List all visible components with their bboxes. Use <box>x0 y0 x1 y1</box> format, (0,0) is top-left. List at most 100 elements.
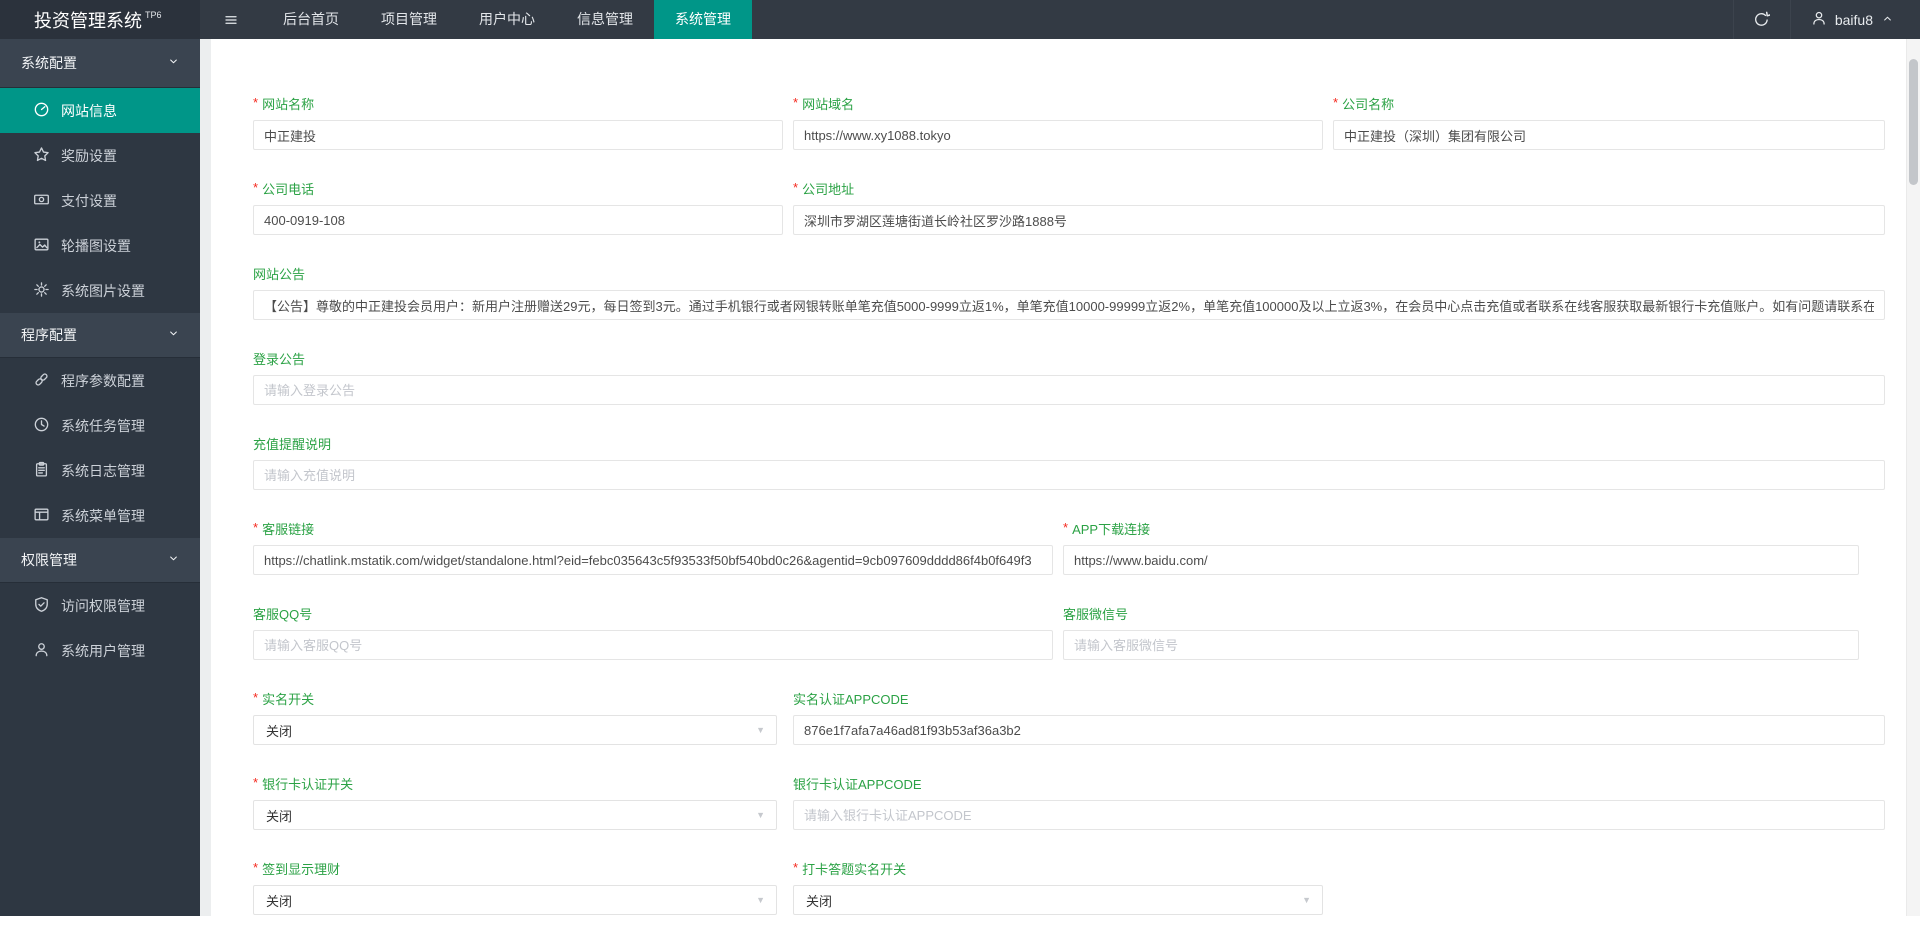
sidebar-item-site-info[interactable]: 网站信息 <box>0 88 200 133</box>
app-logo: 投资管理系统TP6 <box>0 0 200 39</box>
dashboard-icon <box>33 101 50 121</box>
service-qq-input[interactable] <box>253 630 1053 660</box>
field-label: 网站公告 <box>253 266 1885 284</box>
app-download-input[interactable] <box>1063 545 1859 575</box>
field-company-address: *公司地址 <box>793 181 1885 235</box>
field-label: *APP下载连接 <box>1063 521 1859 539</box>
refresh-button[interactable] <box>1733 0 1791 39</box>
site-name-input[interactable] <box>253 120 783 150</box>
scrollbar-thumb[interactable] <box>1909 59 1918 185</box>
field-service-link: *客服链接 <box>253 521 1053 575</box>
form-row: *网站名称*网站域名*公司名称 <box>253 96 1885 150</box>
field-label: *网站名称 <box>253 96 783 114</box>
image-icon <box>33 236 50 256</box>
dropdown-arrow-icon: ▼ <box>756 810 765 820</box>
field-punch-quiz-realname: *打卡答题实名开关关闭▼ <box>793 861 1323 915</box>
field-login-notice: 登录公告 <box>253 351 1885 405</box>
vertical-scrollbar[interactable] <box>1906 39 1920 916</box>
hamburger-icon[interactable] <box>200 0 262 39</box>
site-info-form: *网站名称*网站域名*公司名称*公司电话*公司地址网站公告登录公告充值提醒说明*… <box>253 96 1885 946</box>
sidebar-section-header-permission-mgmt[interactable]: 权限管理 <box>0 538 200 583</box>
realname-appcode-input[interactable] <box>793 715 1885 745</box>
punch-quiz-realname-select[interactable]: 关闭▼ <box>793 885 1323 915</box>
sidebar-item-system-images[interactable]: 系统图片设置 <box>0 268 200 313</box>
bankcard-switch-select[interactable]: 关闭▼ <box>253 800 777 830</box>
sidebar-section-header-program-config[interactable]: 程序配置 <box>0 313 200 358</box>
required-asterisk: * <box>253 690 258 705</box>
dropdown-arrow-icon: ▼ <box>756 725 765 735</box>
field-label: *客服链接 <box>253 521 1053 539</box>
sidebar-item-payment-settings[interactable]: 支付设置 <box>0 178 200 223</box>
sidebar-item-label: 访问权限管理 <box>61 596 145 616</box>
field-label: *网站域名 <box>793 96 1323 114</box>
menu-icon <box>33 506 50 526</box>
site-notice-input[interactable] <box>253 290 1885 320</box>
sidebar-item-system-users[interactable]: 系统用户管理 <box>0 628 200 673</box>
user-icon <box>33 641 50 661</box>
main-content: *网站名称*网站域名*公司名称*公司电话*公司地址网站公告登录公告充值提醒说明*… <box>200 39 1920 916</box>
sidebar-item-access-permissions[interactable]: 访问权限管理 <box>0 583 200 628</box>
sidebar-item-label: 系统任务管理 <box>61 416 145 436</box>
top-tab-info[interactable]: 信息管理 <box>556 0 654 39</box>
person-icon <box>1811 10 1827 29</box>
login-notice-input[interactable] <box>253 375 1885 405</box>
clock-icon <box>33 416 50 436</box>
sidebar-item-system-logs[interactable]: 系统日志管理 <box>0 448 200 493</box>
sidebar-item-system-menus[interactable]: 系统菜单管理 <box>0 493 200 538</box>
form-row: 充值提醒说明 <box>253 436 1885 490</box>
field-label: 实名认证APPCODE <box>793 691 1885 709</box>
required-asterisk: * <box>253 180 258 195</box>
company-address-input[interactable] <box>793 205 1885 235</box>
star-icon <box>33 146 50 166</box>
field-label: 登录公告 <box>253 351 1885 369</box>
field-bankcard-appcode: 银行卡认证APPCODE <box>793 776 1885 830</box>
field-app-download: *APP下载连接 <box>1063 521 1859 575</box>
service-wechat-input[interactable] <box>1063 630 1859 660</box>
top-tab-system[interactable]: 系统管理 <box>654 0 752 39</box>
shield-icon <box>33 596 50 616</box>
sidebar-item-carousel-settings[interactable]: 轮播图设置 <box>0 223 200 268</box>
field-company-phone: *公司电话 <box>253 181 783 235</box>
top-tab-home[interactable]: 后台首页 <box>262 0 360 39</box>
field-site-notice: 网站公告 <box>253 266 1885 320</box>
field-label: 客服QQ号 <box>253 606 1053 624</box>
money-icon <box>33 191 50 211</box>
bankcard-appcode-input[interactable] <box>793 800 1885 830</box>
field-label: 客服微信号 <box>1063 606 1859 624</box>
select-value: 关闭 <box>266 891 292 910</box>
chevron-up-icon <box>1881 12 1894 28</box>
realname-switch-select[interactable]: 关闭▼ <box>253 715 777 745</box>
required-asterisk: * <box>1333 95 1338 110</box>
required-asterisk: * <box>793 180 798 195</box>
user-menu[interactable]: baifu8 <box>1791 0 1920 39</box>
company-name-input[interactable] <box>1333 120 1885 150</box>
site-domain-input[interactable] <box>793 120 1323 150</box>
sidebar-item-reward-settings[interactable]: 奖励设置 <box>0 133 200 178</box>
section-label: 程序配置 <box>21 325 77 345</box>
company-phone-input[interactable] <box>253 205 783 235</box>
required-asterisk: * <box>253 95 258 110</box>
signin-finance-select[interactable]: 关闭▼ <box>253 885 777 915</box>
sidebar-item-system-tasks[interactable]: 系统任务管理 <box>0 403 200 448</box>
sidebar-section-permission-mgmt: 权限管理访问权限管理系统用户管理 <box>0 538 200 673</box>
sidebar-item-program-params[interactable]: 程序参数配置 <box>0 358 200 403</box>
field-label: *打卡答题实名开关 <box>793 861 1323 879</box>
field-recharge-notice: 充值提醒说明 <box>253 436 1885 490</box>
content-gutter <box>200 39 211 916</box>
form-row: *客服链接 *APP下载连接 <box>253 521 1885 575</box>
chevron-down-icon <box>167 552 180 568</box>
topbar-right: baifu8 <box>1733 0 1920 39</box>
recharge-notice-input[interactable] <box>253 460 1885 490</box>
section-label: 系统配置 <box>21 53 77 73</box>
service-link-input[interactable] <box>253 545 1053 575</box>
field-label: *实名开关 <box>253 691 777 709</box>
top-tab-project[interactable]: 项目管理 <box>360 0 458 39</box>
log-icon <box>33 461 50 481</box>
top-tab-user-center[interactable]: 用户中心 <box>458 0 556 39</box>
field-signin-finance: *签到显示理财关闭▼ <box>253 861 777 915</box>
required-asterisk: * <box>793 860 798 875</box>
sidebar-section-header-system-config[interactable]: 系统配置 <box>0 39 200 88</box>
chevron-down-icon <box>167 327 180 343</box>
required-asterisk: * <box>253 775 258 790</box>
field-service-qq: 客服QQ号 <box>253 606 1053 660</box>
